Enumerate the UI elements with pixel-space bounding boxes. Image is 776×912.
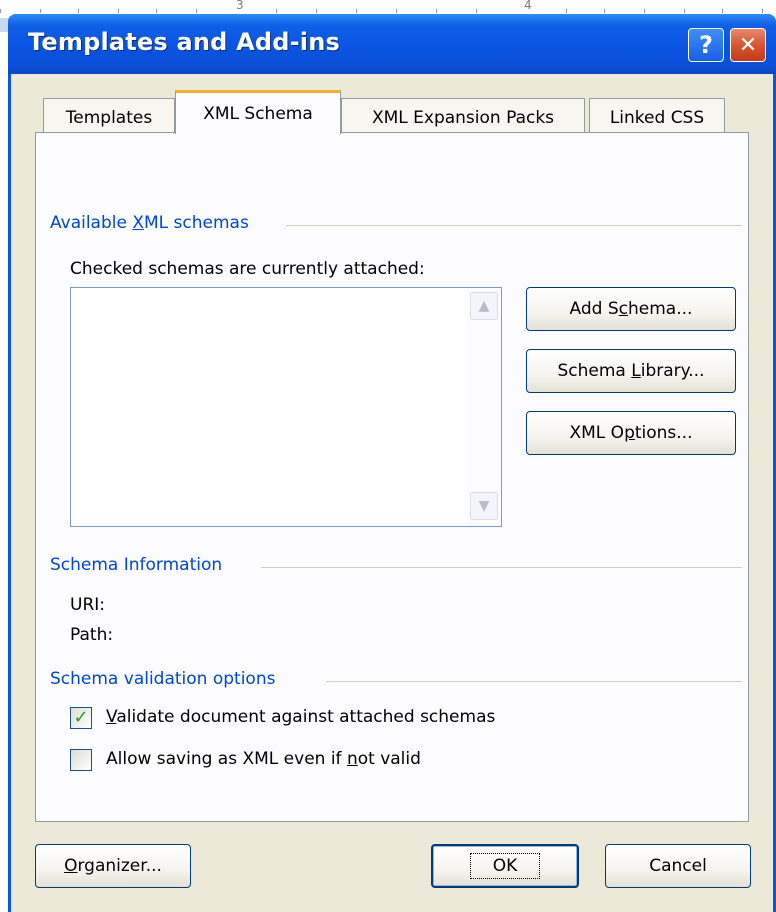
title-bar[interactable]: Templates and Add-ins ? ✕ <box>8 14 776 74</box>
path-label: Path: <box>70 625 114 645</box>
ruler-mark-3: 3 <box>236 0 244 12</box>
group-divider <box>286 225 742 226</box>
button-label: Schema Library... <box>557 361 705 381</box>
ruler-mark-4: 4 <box>524 0 532 12</box>
button-label: Organizer... <box>64 856 162 876</box>
tab-label: XML Expansion Packs <box>371 107 555 128</box>
close-icon: ✕ <box>738 32 758 58</box>
scroll-down-icon: ▼ <box>478 498 490 514</box>
tab-xml-expansion-packs[interactable]: XML Expansion Packs <box>341 98 585 136</box>
group-divider <box>326 681 742 682</box>
allow-saving-checkbox[interactable] <box>70 749 92 771</box>
button-label: XML Options... <box>569 423 693 443</box>
schema-library-button[interactable]: Schema Library... <box>526 349 736 393</box>
allow-saving-checkbox-label[interactable]: Allow saving as XML even if not valid <box>106 749 421 769</box>
add-schema-button[interactable]: Add Schema... <box>526 287 736 331</box>
scroll-down-button[interactable]: ▼ <box>470 492 498 520</box>
button-label: Cancel <box>649 856 707 876</box>
close-button[interactable]: ✕ <box>730 28 766 62</box>
tab-linked-css[interactable]: Linked CSS <box>589 98 725 136</box>
validate-checkbox-label[interactable]: Validate document against attached schem… <box>106 707 495 727</box>
help-button[interactable]: ? <box>688 28 724 62</box>
scroll-up-button[interactable]: ▲ <box>470 292 498 320</box>
schema-validation-heading: Schema validation options <box>50 669 286 689</box>
tab-label: XML Schema <box>203 103 313 124</box>
schema-listbox[interactable]: ▲ ▼ <box>70 287 502 527</box>
button-label: OK <box>469 853 541 879</box>
uri-label: URI: <box>70 595 105 615</box>
dialog-title: Templates and Add-ins <box>28 28 340 56</box>
help-icon: ? <box>699 31 713 59</box>
tab-xml-schema[interactable]: XML Schema <box>175 90 341 134</box>
dialog-client-area: Templates XML Schema XML Expansion Packs… <box>11 74 773 912</box>
validate-checkbox[interactable]: ✓ <box>70 707 92 729</box>
ok-button[interactable]: OK <box>431 844 579 888</box>
organizer-button[interactable]: Organizer... <box>35 844 191 888</box>
templates-addins-dialog: Templates and Add-ins ? ✕ Templates XML … <box>8 14 776 912</box>
button-label: Add Schema... <box>569 299 693 319</box>
scroll-up-icon: ▲ <box>478 298 490 314</box>
group-divider <box>261 567 742 568</box>
xml-options-button[interactable]: XML Options... <box>526 411 736 455</box>
xml-schema-panel: Available XML schemas Checked schemas ar… <box>35 132 749 822</box>
attached-schemas-hint: Checked schemas are currently attached: <box>70 259 425 279</box>
tab-label: Linked CSS <box>609 107 705 128</box>
cancel-button[interactable]: Cancel <box>605 844 751 888</box>
tab-templates[interactable]: Templates <box>43 98 175 136</box>
schema-information-heading: Schema Information <box>50 555 233 575</box>
check-icon: ✓ <box>73 707 89 728</box>
tab-label: Templates <box>65 107 153 128</box>
listbox-scrollbar[interactable]: ▲ ▼ <box>467 288 501 526</box>
available-schemas-heading: Available XML schemas <box>50 213 259 233</box>
